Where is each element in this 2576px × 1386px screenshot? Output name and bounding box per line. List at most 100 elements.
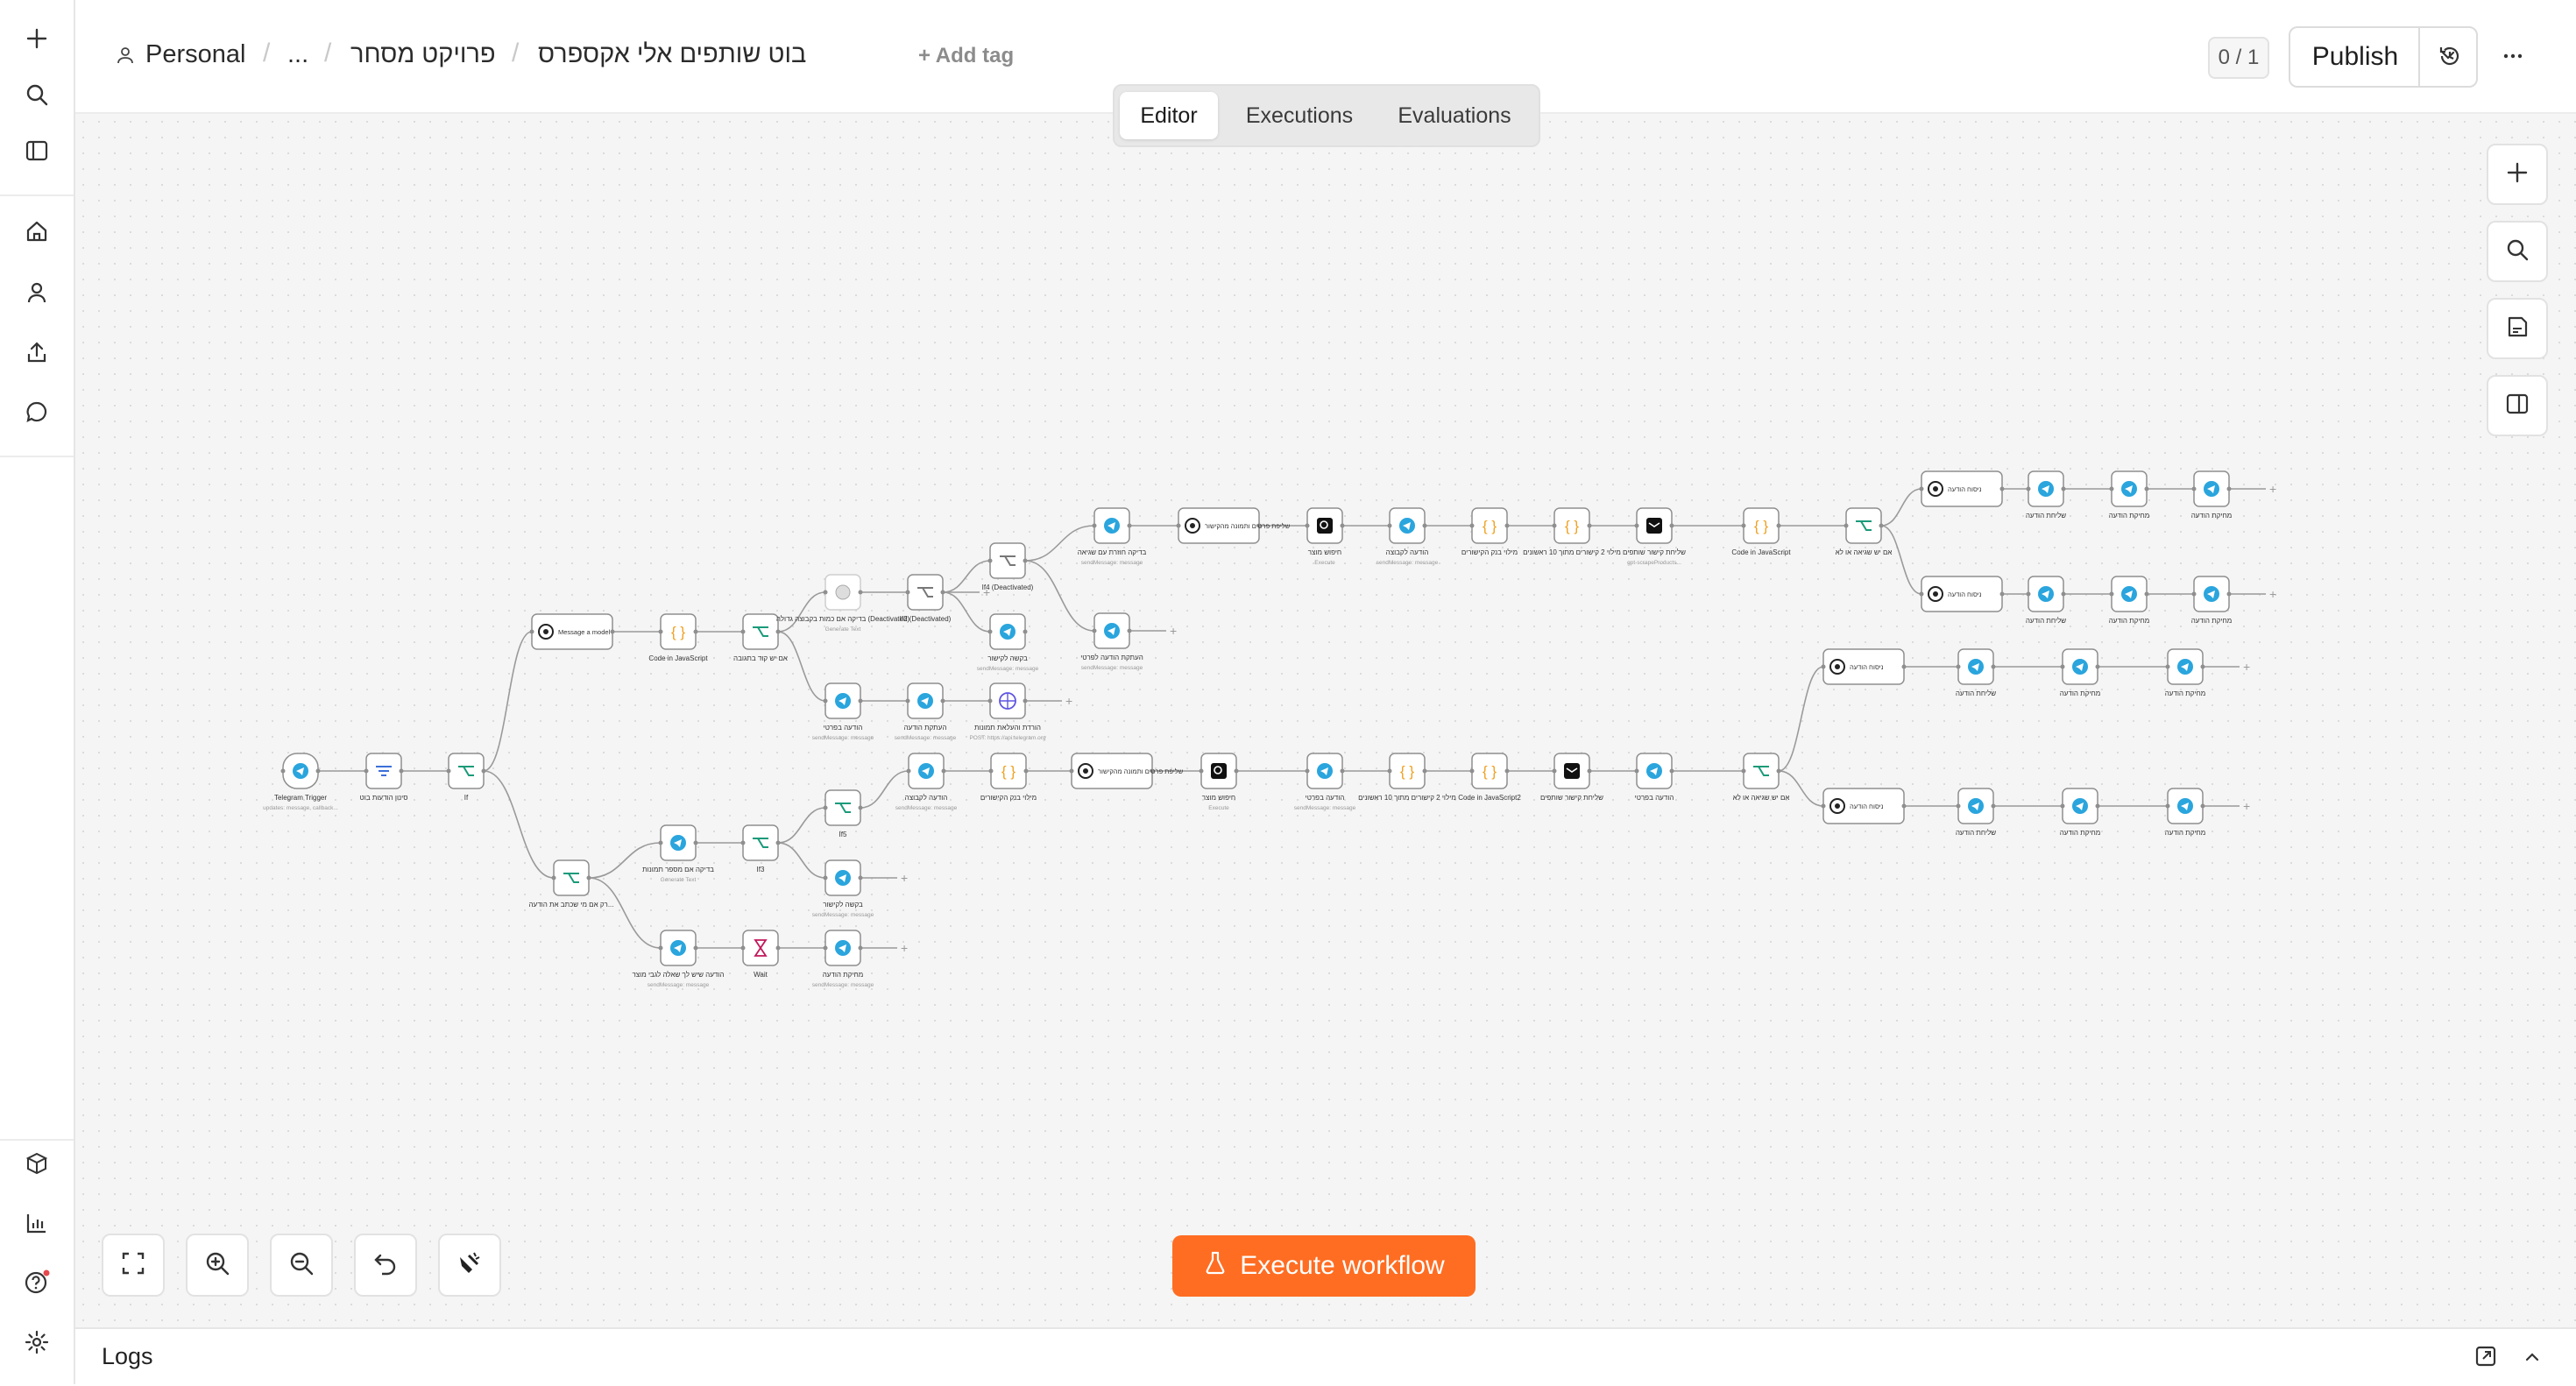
node-input-handle[interactable] <box>1092 628 1097 633</box>
node-input-handle[interactable] <box>1821 664 1826 669</box>
node-output-handle[interactable] <box>1127 523 1132 528</box>
undo-button[interactable] <box>354 1234 417 1297</box>
node-output-handle[interactable] <box>1340 523 1345 528</box>
add-connection-icon[interactable]: + <box>2243 799 2250 813</box>
add-tag-button[interactable]: + Add tag <box>918 44 1014 68</box>
node-input-handle[interactable] <box>906 768 911 774</box>
node-input-handle[interactable] <box>1176 523 1181 528</box>
node-input-handle[interactable] <box>1199 768 1204 774</box>
node-output-handle[interactable] <box>1669 768 1674 774</box>
node-output-handle[interactable] <box>940 698 945 704</box>
sticky-note-button[interactable] <box>2487 298 2548 359</box>
workflow-node-openai-2[interactable]: שליפת פרטים ותמונה מהקישור <box>1069 753 1184 789</box>
workflow-node-tg-b[interactable]: העתקת הודעה sendMessage: message <box>895 682 957 741</box>
workflow-node-switch-top[interactable]: אם יש שגיאה או לא <box>1836 507 1893 556</box>
node-input-handle[interactable] <box>2191 591 2197 597</box>
workflow-node-code-2[interactable]: { } מילוי בנק הקישורים <box>1461 507 1518 556</box>
node-output-handle[interactable] <box>399 768 404 774</box>
node-output-handle[interactable] <box>858 805 863 810</box>
workflow-node-switch-4[interactable]: If5 <box>823 789 863 838</box>
node-output-handle[interactable] <box>1999 486 2005 491</box>
workflow-node-email-2[interactable]: שליחת קישור שותפים <box>1540 753 1603 802</box>
node-input-handle[interactable] <box>1919 486 1924 491</box>
node-input-handle[interactable] <box>823 590 828 595</box>
chevron-up-icon[interactable] <box>2522 1347 2543 1372</box>
node-output-handle[interactable] <box>1669 523 1674 528</box>
workflow-node-tg-i[interactable]: הודעה בפרטי sendMessage: message <box>1294 753 1356 811</box>
node-input-handle[interactable] <box>2165 803 2170 809</box>
search-icon[interactable] <box>18 75 56 114</box>
workflow-node-tg-e[interactable]: העתקת הודעה לפרטי sendMessage: message <box>1080 612 1143 671</box>
panel-icon[interactable] <box>18 131 56 170</box>
node-input-handle[interactable] <box>2060 803 2065 809</box>
node-input-handle[interactable] <box>280 768 286 774</box>
workflow-node-tg-r3b[interactable]: מחיקת הודעה <box>2060 648 2101 697</box>
workflow-node-tg-r1a[interactable]: שליחת הודעה <box>2026 470 2066 520</box>
workflow-node-telegram-trigger[interactable]: Telegram Trigger updates: message, callba… <box>263 753 338 811</box>
node-output-handle[interactable] <box>858 698 863 704</box>
tab-editor[interactable]: Editor <box>1120 92 1218 139</box>
node-input-handle[interactable] <box>1387 523 1392 528</box>
node-output-handle[interactable] <box>586 875 591 880</box>
node-input-handle[interactable] <box>2060 664 2065 669</box>
node-output-handle[interactable] <box>941 768 946 774</box>
node-output-handle[interactable] <box>693 629 698 634</box>
workflow-node-message-model[interactable]: Message a model <box>529 613 615 650</box>
workflow-node-ai-r3[interactable]: ניסוח הודעה <box>1821 648 1907 685</box>
node-input-handle[interactable] <box>2026 591 2031 597</box>
add-connection-icon[interactable]: + <box>901 941 908 955</box>
workflow-node-tg-c[interactable]: הודעה לקבוצה sendMessage: message <box>1376 507 1439 566</box>
node-input-handle[interactable] <box>1919 591 1924 597</box>
workflow-node-tg-r2a[interactable]: שליחת הודעה <box>2026 576 2066 625</box>
node-input-handle[interactable] <box>1092 523 1097 528</box>
node-input-handle[interactable] <box>2109 486 2114 491</box>
node-input-handle[interactable] <box>740 945 746 951</box>
workflow-node-tg-r4a[interactable]: שליחת הודעה <box>1956 788 1996 837</box>
node-input-handle[interactable] <box>2026 486 2031 491</box>
node-input-handle[interactable] <box>905 698 910 704</box>
workflow-node-tg-d[interactable]: בדיקה חוזרת עם שגיאה sendMessage: message <box>1078 507 1147 566</box>
node-input-handle[interactable] <box>1821 803 1826 809</box>
tab-evaluations[interactable]: Evaluations <box>1377 92 1532 139</box>
node-input-handle[interactable] <box>987 698 993 704</box>
node-output-handle[interactable] <box>1234 768 1239 774</box>
node-input-handle[interactable] <box>988 768 994 774</box>
workflow-node-tg-k[interactable]: בקשה לקישור sendMessage: message <box>812 859 874 918</box>
node-output-handle[interactable] <box>858 945 863 951</box>
node-output-handle[interactable] <box>1901 664 1907 669</box>
node-input-handle[interactable] <box>823 945 828 951</box>
node-output-handle[interactable] <box>2061 486 2066 491</box>
node-input-handle[interactable] <box>823 875 828 880</box>
node-output-handle[interactable] <box>1504 523 1510 528</box>
add-node-button[interactable] <box>2487 144 2548 205</box>
node-output-handle[interactable] <box>775 840 781 845</box>
add-connection-icon[interactable]: + <box>2269 587 2276 601</box>
node-input-handle[interactable] <box>658 945 663 951</box>
node-input-handle[interactable] <box>2109 591 2114 597</box>
node-input-handle[interactable] <box>1956 664 1961 669</box>
node-output-handle[interactable] <box>1991 803 1996 809</box>
node-output-handle[interactable] <box>1776 523 1781 528</box>
help-icon[interactable] <box>18 1263 56 1302</box>
zoom-out-button[interactable] <box>270 1234 333 1297</box>
node-output-handle[interactable] <box>2095 803 2100 809</box>
workflow-node-code-6[interactable]: { } מילוי 2 קישורים מתוך 10 ראשונים <box>1358 753 1456 802</box>
workflow-node-tg-r1c[interactable]: מחיקת הודעה <box>2191 470 2233 520</box>
workflow-node-email-1[interactable]: שליחת קישור שותפים gpt-scrapeProducts... <box>1623 507 1686 566</box>
node-output-handle[interactable] <box>2226 486 2232 491</box>
workflow-node-deactivated-1[interactable]: בדיקה אם כמות בקבוצה גדולה (Deactivated)… <box>776 574 910 633</box>
workflow-node-openai-big-1[interactable]: שליפת פרטים ותמונה מהקישור <box>1176 507 1291 544</box>
plus-icon[interactable] <box>18 19 56 58</box>
node-output-handle[interactable] <box>1340 768 1345 774</box>
add-connection-icon[interactable]: + <box>901 871 908 885</box>
node-input-handle[interactable] <box>529 629 534 634</box>
node-input-handle[interactable] <box>1741 768 1746 774</box>
workflow-node-code-5[interactable]: { } מילוי בנק הקישורים <box>980 753 1037 802</box>
node-output-handle[interactable] <box>610 629 615 634</box>
node-input-handle[interactable] <box>1956 803 1961 809</box>
node-output-handle[interactable] <box>940 590 945 595</box>
side-panel-button[interactable] <box>2487 375 2548 436</box>
node-output-handle[interactable] <box>315 768 321 774</box>
user-icon[interactable] <box>18 273 56 312</box>
node-input-handle[interactable] <box>740 840 746 845</box>
